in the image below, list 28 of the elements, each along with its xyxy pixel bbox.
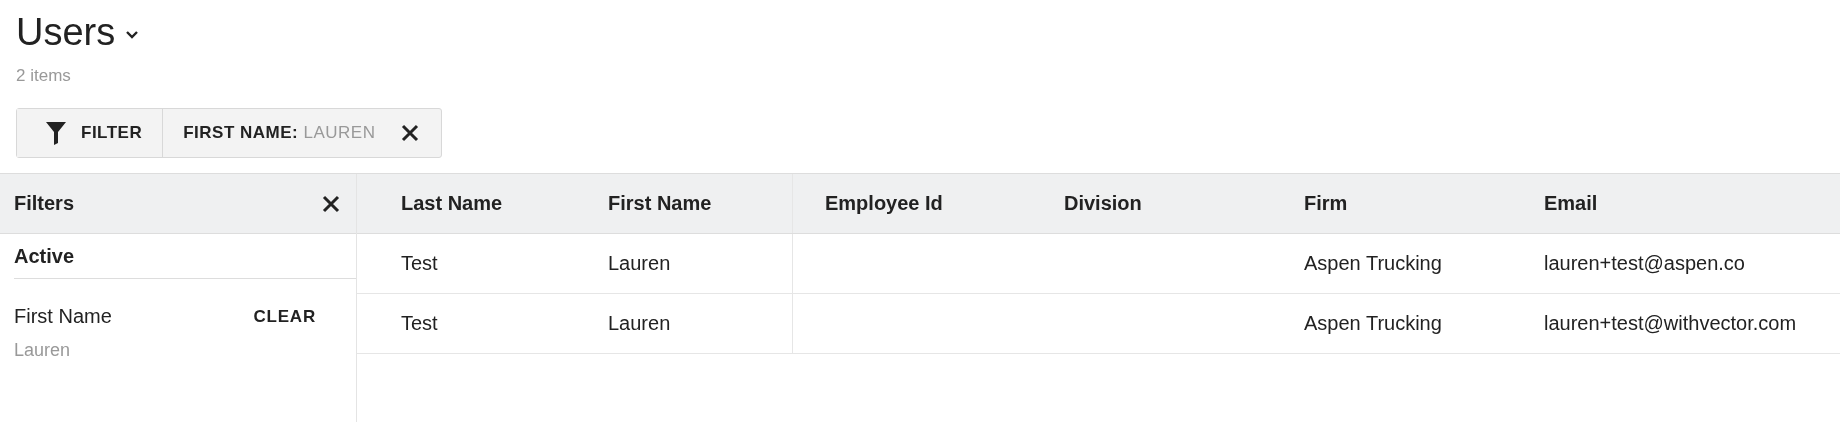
column-header[interactable]: Email (1512, 174, 1840, 233)
close-icon[interactable] (401, 124, 420, 142)
item-count: 2 items (16, 66, 72, 86)
filter-label: First Name (14, 305, 112, 328)
column-header[interactable]: Division (1032, 174, 1272, 233)
filter-icon (45, 121, 67, 145)
table-cell: Test (401, 252, 438, 275)
column-header[interactable]: First Name (576, 174, 793, 233)
table-cell: Lauren (608, 252, 671, 275)
panel-title: Filters (14, 192, 75, 215)
filter-value: Lauren (14, 340, 72, 361)
table-cell: Aspen Trucking (1304, 252, 1442, 275)
column-header[interactable]: Firm (1272, 174, 1512, 233)
column-header[interactable]: Last Name (357, 174, 576, 233)
filter-button[interactable]: FILTER (17, 109, 164, 157)
chevron-down-icon[interactable] (125, 29, 140, 39)
chip-label: FIRST NAME: LAUREN (183, 123, 376, 143)
column-header[interactable]: Employee Id (793, 174, 1032, 233)
table-cell: lauren+test@aspen.co (1544, 252, 1745, 275)
table-cell: Test (401, 312, 438, 335)
table-cell: lauren+test@withvector.com (1544, 312, 1797, 335)
page-title: Users (16, 10, 116, 55)
close-icon[interactable] (322, 194, 340, 213)
table-cell: Lauren (608, 312, 671, 335)
clear-button[interactable]: CLEAR (253, 306, 316, 327)
table-cell: Aspen Trucking (1304, 312, 1442, 335)
section-heading: Active (14, 234, 356, 279)
filter-chip[interactable]: FIRST NAME: LAUREN (163, 109, 442, 157)
